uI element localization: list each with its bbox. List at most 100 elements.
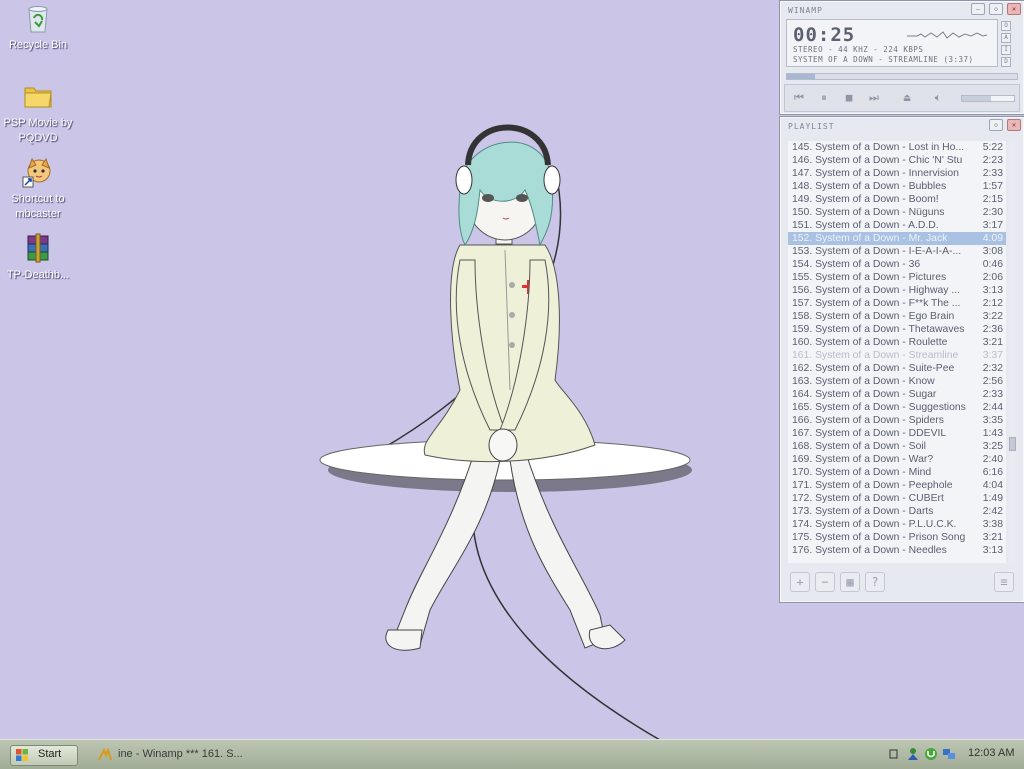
playlist-row-duration: 6:16 bbox=[982, 467, 1003, 478]
playlist-row-title: 155. System of a Down - Pictures bbox=[792, 272, 947, 283]
playlist-row-title: 165. System of a Down - Suggestions bbox=[792, 402, 966, 413]
playlist-row-title: 173. System of a Down - Darts bbox=[792, 506, 934, 517]
utorrent-icon[interactable] bbox=[924, 747, 938, 761]
playlist-row[interactable]: 172. System of a Down - CUBErt 1:49 bbox=[788, 492, 1006, 505]
playlist-row-duration: 3:37 bbox=[982, 350, 1003, 361]
shade-icon[interactable]: ◇ bbox=[989, 119, 1003, 131]
playlist-row-title: 168. System of a Down - Soil bbox=[792, 441, 926, 452]
playlist-row[interactable]: 154. System of a Down - 36 0:46 bbox=[788, 258, 1006, 271]
start-button[interactable]: Start bbox=[10, 745, 78, 766]
list-options-icon[interactable]: ≡ bbox=[994, 572, 1014, 592]
double-size-icon[interactable]: D bbox=[1001, 57, 1011, 67]
playlist-row[interactable]: 167. System of a Down - DDEVIL 1:43 bbox=[788, 427, 1006, 440]
windows-logo-icon bbox=[16, 749, 28, 761]
winamp-titlebar[interactable]: WINAMP – ◇ ✕ bbox=[780, 1, 1024, 19]
tray-expand-icon[interactable] bbox=[886, 747, 900, 761]
playlist-row[interactable]: 145. System of a Down - Lost in Ho... 5:2… bbox=[788, 141, 1006, 154]
taskbar-item-winamp[interactable]: ine - Winamp *** 161. S... bbox=[94, 745, 254, 764]
minimize-icon[interactable]: – bbox=[971, 3, 985, 15]
playlist-row[interactable]: 150. System of a Down - Nüguns 2:30 bbox=[788, 206, 1006, 219]
playlist-row-duration: 2:36 bbox=[982, 324, 1003, 335]
messenger-icon[interactable] bbox=[906, 747, 920, 761]
playlist-row[interactable]: 171. System of a Down - Peephole 4:04 bbox=[788, 479, 1006, 492]
eject-icon[interactable]: ⏏ bbox=[897, 88, 917, 108]
add-icon[interactable]: + bbox=[790, 572, 810, 592]
winamp-controls: ⏮ ⏸ ■ ⏭ ⏏ 🔈︎ bbox=[784, 84, 1020, 112]
playlist-row[interactable]: 161. System of a Down - Streamline 3:37 bbox=[788, 349, 1006, 362]
playlist-track-list: 145. System of a Down - Lost in Ho... 5:2… bbox=[788, 141, 1006, 563]
desktop-icon-mbcaster-shortcut[interactable]: Shortcut to mbcaster bbox=[0, 156, 76, 222]
playlist-row[interactable]: 153. System of a Down - I-E-A-I-A-... 3:0… bbox=[788, 245, 1006, 258]
playlist-row[interactable]: 158. System of a Down - Ego Brain 3:22 bbox=[788, 310, 1006, 323]
playlist-row[interactable]: 159. System of a Down - Thetawaves 2:36 bbox=[788, 323, 1006, 336]
elapsed-time[interactable]: 00:25 bbox=[793, 24, 855, 46]
desktop-icon-psp-movie-folder[interactable]: PSP Movie by PQDVD bbox=[0, 80, 76, 146]
playlist-row-duration: 3:08 bbox=[982, 246, 1003, 257]
visualizer[interactable] bbox=[907, 28, 987, 42]
playlist-row[interactable]: 157. System of a Down - F**k The ... 2:12 bbox=[788, 297, 1006, 310]
previous-icon[interactable]: ⏮ bbox=[789, 88, 809, 108]
wallpaper-anime-girl-illustration bbox=[319, 124, 692, 740]
playlist-row[interactable]: 166. System of a Down - Spiders 3:35 bbox=[788, 414, 1006, 427]
stop-icon[interactable]: ■ bbox=[839, 88, 859, 108]
playlist-row[interactable]: 168. System of a Down - Soil 3:25 bbox=[788, 440, 1006, 453]
volume-icon[interactable]: 🔈︎ bbox=[928, 88, 948, 108]
playlist-row-duration: 1:57 bbox=[982, 181, 1003, 192]
close-icon[interactable]: ✕ bbox=[1007, 3, 1021, 15]
playlist-row-duration: 5:22 bbox=[982, 142, 1003, 153]
desktop-icon-label: PSP Movie by PQDVD bbox=[3, 117, 73, 144]
winamp-playlist-window: PLAYLIST ◇ ✕ 145. System of a Down - Los… bbox=[779, 116, 1024, 603]
seek-bar[interactable] bbox=[786, 73, 1018, 80]
playlist-row[interactable]: 163. System of a Down - Know 2:56 bbox=[788, 375, 1006, 388]
playlist-row[interactable]: 162. System of a Down - Suite-Pee 2:32 bbox=[788, 362, 1006, 375]
playlist-row-title: 152. System of a Down - Mr. Jack bbox=[792, 233, 948, 244]
playlist-row-duration: 3:17 bbox=[982, 220, 1003, 231]
misc-icon[interactable]: ? bbox=[865, 572, 885, 592]
playlist-row-duration: 2:40 bbox=[982, 454, 1003, 465]
network-icon[interactable] bbox=[942, 747, 956, 761]
next-icon[interactable]: ⏭ bbox=[864, 88, 884, 108]
playlist-row-duration: 2:15 bbox=[982, 194, 1003, 205]
clock[interactable]: 12:03 AM bbox=[968, 747, 1014, 759]
select-icon[interactable]: ▦ bbox=[840, 572, 860, 592]
winamp-display: 00:25 STEREO - 44 KHZ - 224 KBPS SYSTEM … bbox=[786, 19, 998, 67]
always-on-top-icon[interactable]: A bbox=[1001, 33, 1011, 43]
playlist-row-duration: 2:44 bbox=[982, 402, 1003, 413]
playlist-row-title: 151. System of a Down - A.D.D. bbox=[792, 220, 939, 231]
playlist-scrollbar[interactable] bbox=[1009, 141, 1016, 563]
playlist-row[interactable]: 173. System of a Down - Darts 2:42 bbox=[788, 505, 1006, 518]
info-icon[interactable]: I bbox=[1001, 45, 1011, 55]
playlist-row[interactable]: 149. System of a Down - Boom! 2:15 bbox=[788, 193, 1006, 206]
playlist-row[interactable]: 151. System of a Down - A.D.D. 3:17 bbox=[788, 219, 1006, 232]
playlist-row[interactable]: 175. System of a Down - Prison Song 3:21 bbox=[788, 531, 1006, 544]
playlist-row[interactable]: 146. System of a Down - Chic 'N' Stu 2:23 bbox=[788, 154, 1006, 167]
playlist-row[interactable]: 160. System of a Down - Roulette 3:21 bbox=[788, 336, 1006, 349]
playlist-row-duration: 3:13 bbox=[982, 285, 1003, 296]
playlist-row[interactable]: 176. System of a Down - Needles 3:13 bbox=[788, 544, 1006, 557]
playlist-row[interactable]: 148. System of a Down - Bubbles 1:57 bbox=[788, 180, 1006, 193]
playlist-row[interactable]: 152. System of a Down - Mr. Jack 4:09 bbox=[788, 232, 1006, 245]
playlist-row[interactable]: 156. System of a Down - Highway ... 3:13 bbox=[788, 284, 1006, 297]
close-icon[interactable]: ✕ bbox=[1007, 119, 1021, 131]
playlist-row[interactable]: 174. System of a Down - P.L.U.C.K. 3:38 bbox=[788, 518, 1006, 531]
playlist-row-title: 176. System of a Down - Needles bbox=[792, 545, 947, 556]
pause-icon[interactable]: ⏸ bbox=[814, 88, 834, 108]
playlist-row-title: 170. System of a Down - Mind bbox=[792, 467, 932, 478]
playlist-scrollbar-thumb[interactable] bbox=[1009, 437, 1016, 451]
playlist-row-duration: 2:06 bbox=[982, 272, 1003, 283]
playlist-row[interactable]: 170. System of a Down - Mind 6:16 bbox=[788, 466, 1006, 479]
playlist-row[interactable]: 165. System of a Down - Suggestions 2:44 bbox=[788, 401, 1006, 414]
volume-slider[interactable] bbox=[961, 95, 1015, 102]
playlist-row-duration: 4:09 bbox=[982, 233, 1003, 244]
options-icon[interactable]: O bbox=[1001, 21, 1011, 31]
desktop-icon-tp-deathb-archive[interactable]: TP-Deathb... bbox=[0, 232, 76, 283]
playlist-row-title: 167. System of a Down - DDEVIL bbox=[792, 428, 947, 439]
playlist-titlebar[interactable]: PLAYLIST ◇ ✕ bbox=[780, 117, 1024, 135]
playlist-row[interactable]: 147. System of a Down - Innervision 2:33 bbox=[788, 167, 1006, 180]
playlist-row[interactable]: 164. System of a Down - Sugar 2:33 bbox=[788, 388, 1006, 401]
remove-icon[interactable]: − bbox=[815, 572, 835, 592]
shade-icon[interactable]: ◇ bbox=[989, 3, 1003, 15]
playlist-row[interactable]: 155. System of a Down - Pictures 2:06 bbox=[788, 271, 1006, 284]
desktop-icon-recycle-bin[interactable]: Recycle Bin bbox=[0, 2, 76, 53]
playlist-row[interactable]: 169. System of a Down - War? 2:40 bbox=[788, 453, 1006, 466]
